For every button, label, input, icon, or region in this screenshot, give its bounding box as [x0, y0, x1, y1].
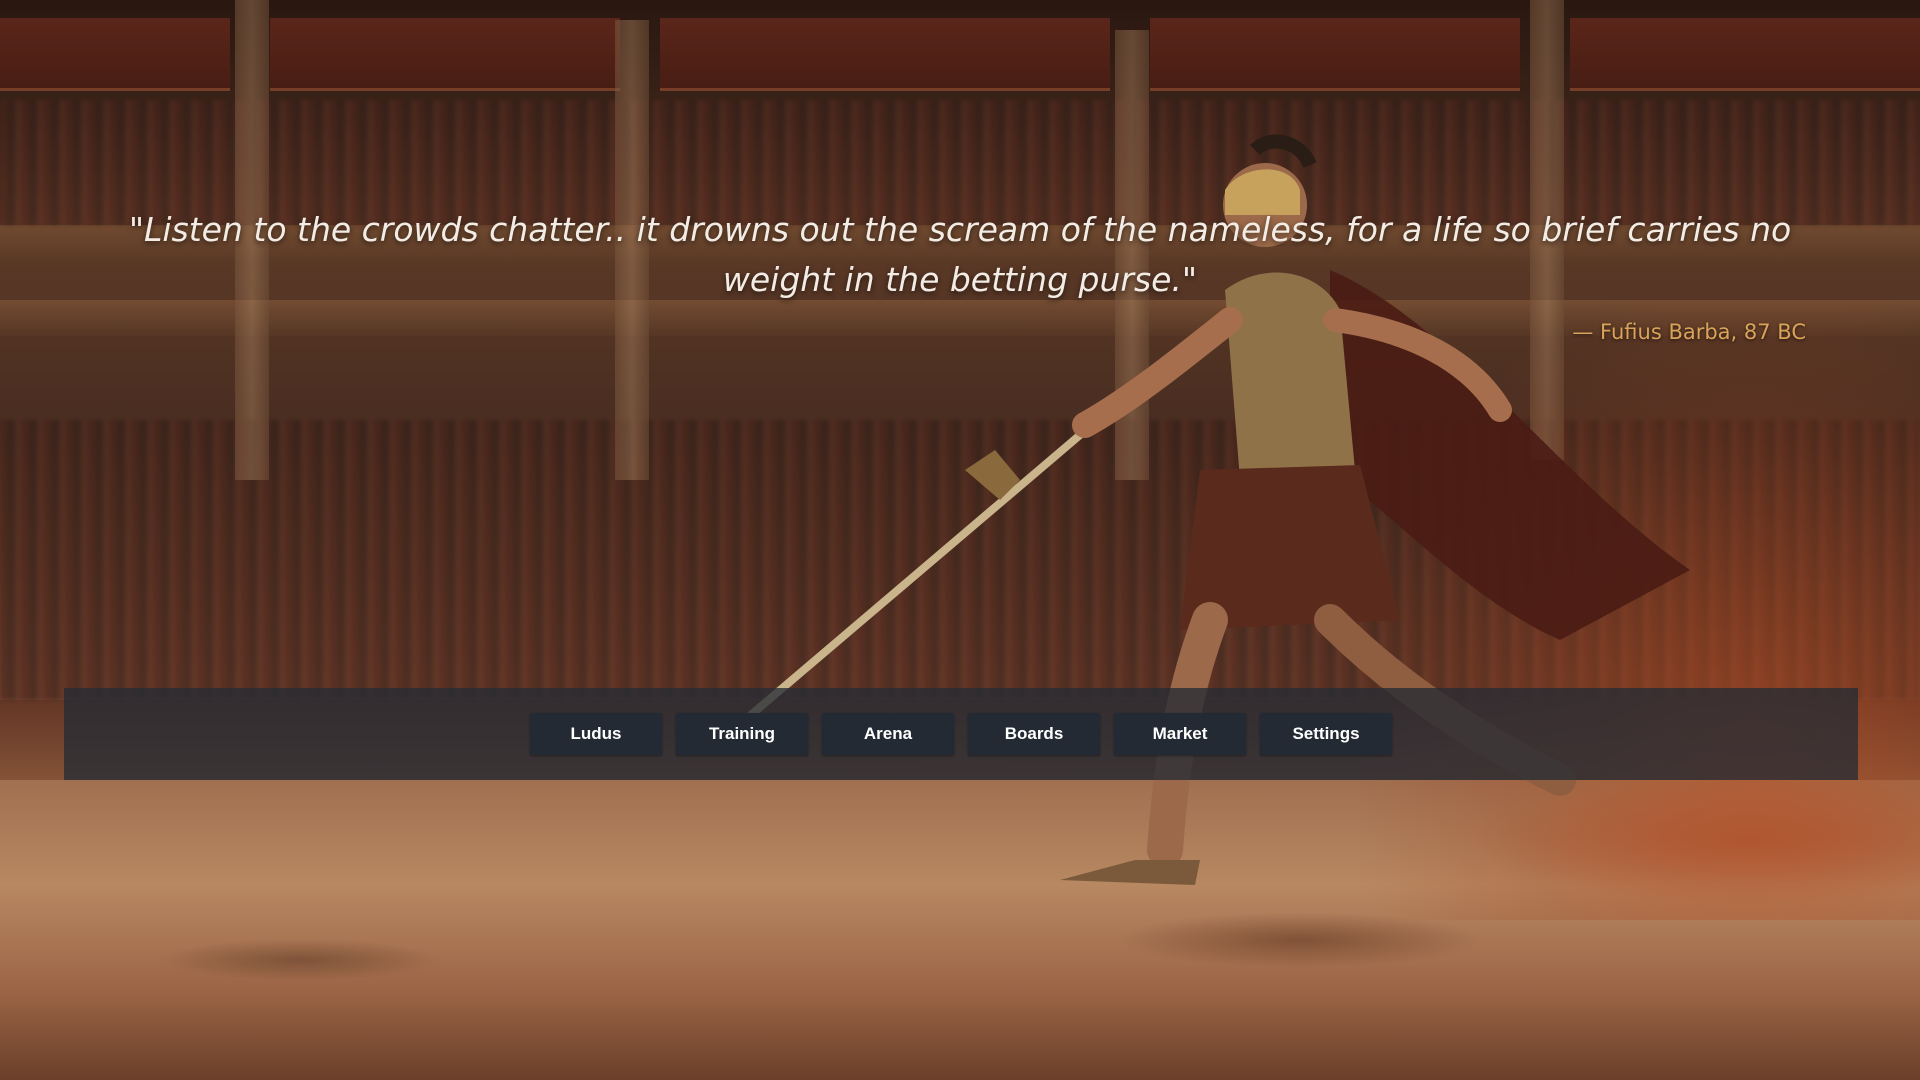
helmet-crest: [1250, 134, 1317, 169]
ludus-button[interactable]: Ludus: [530, 713, 662, 755]
market-button[interactable]: Market: [1114, 713, 1246, 755]
arena-button[interactable]: Arena: [822, 713, 954, 755]
quote-text: "Listen to the crowds chatter.. it drown…: [128, 210, 1792, 299]
boards-button[interactable]: Boards: [968, 713, 1100, 755]
arm-left: [1072, 307, 1243, 438]
arena-background: "Listen to the crowds chatter.. it drown…: [0, 0, 1920, 1080]
settings-button[interactable]: Settings: [1260, 713, 1392, 755]
quote-attribution: — Fufius Barba, 87 BC: [1572, 320, 1806, 344]
training-button[interactable]: Training: [676, 713, 808, 755]
sword-blade: [741, 431, 1084, 724]
gladiator-illustration: [741, 134, 1690, 885]
main-navigation-bar: Ludus Training Arena Boards Market Setti…: [64, 688, 1858, 780]
sandal: [1060, 860, 1200, 885]
